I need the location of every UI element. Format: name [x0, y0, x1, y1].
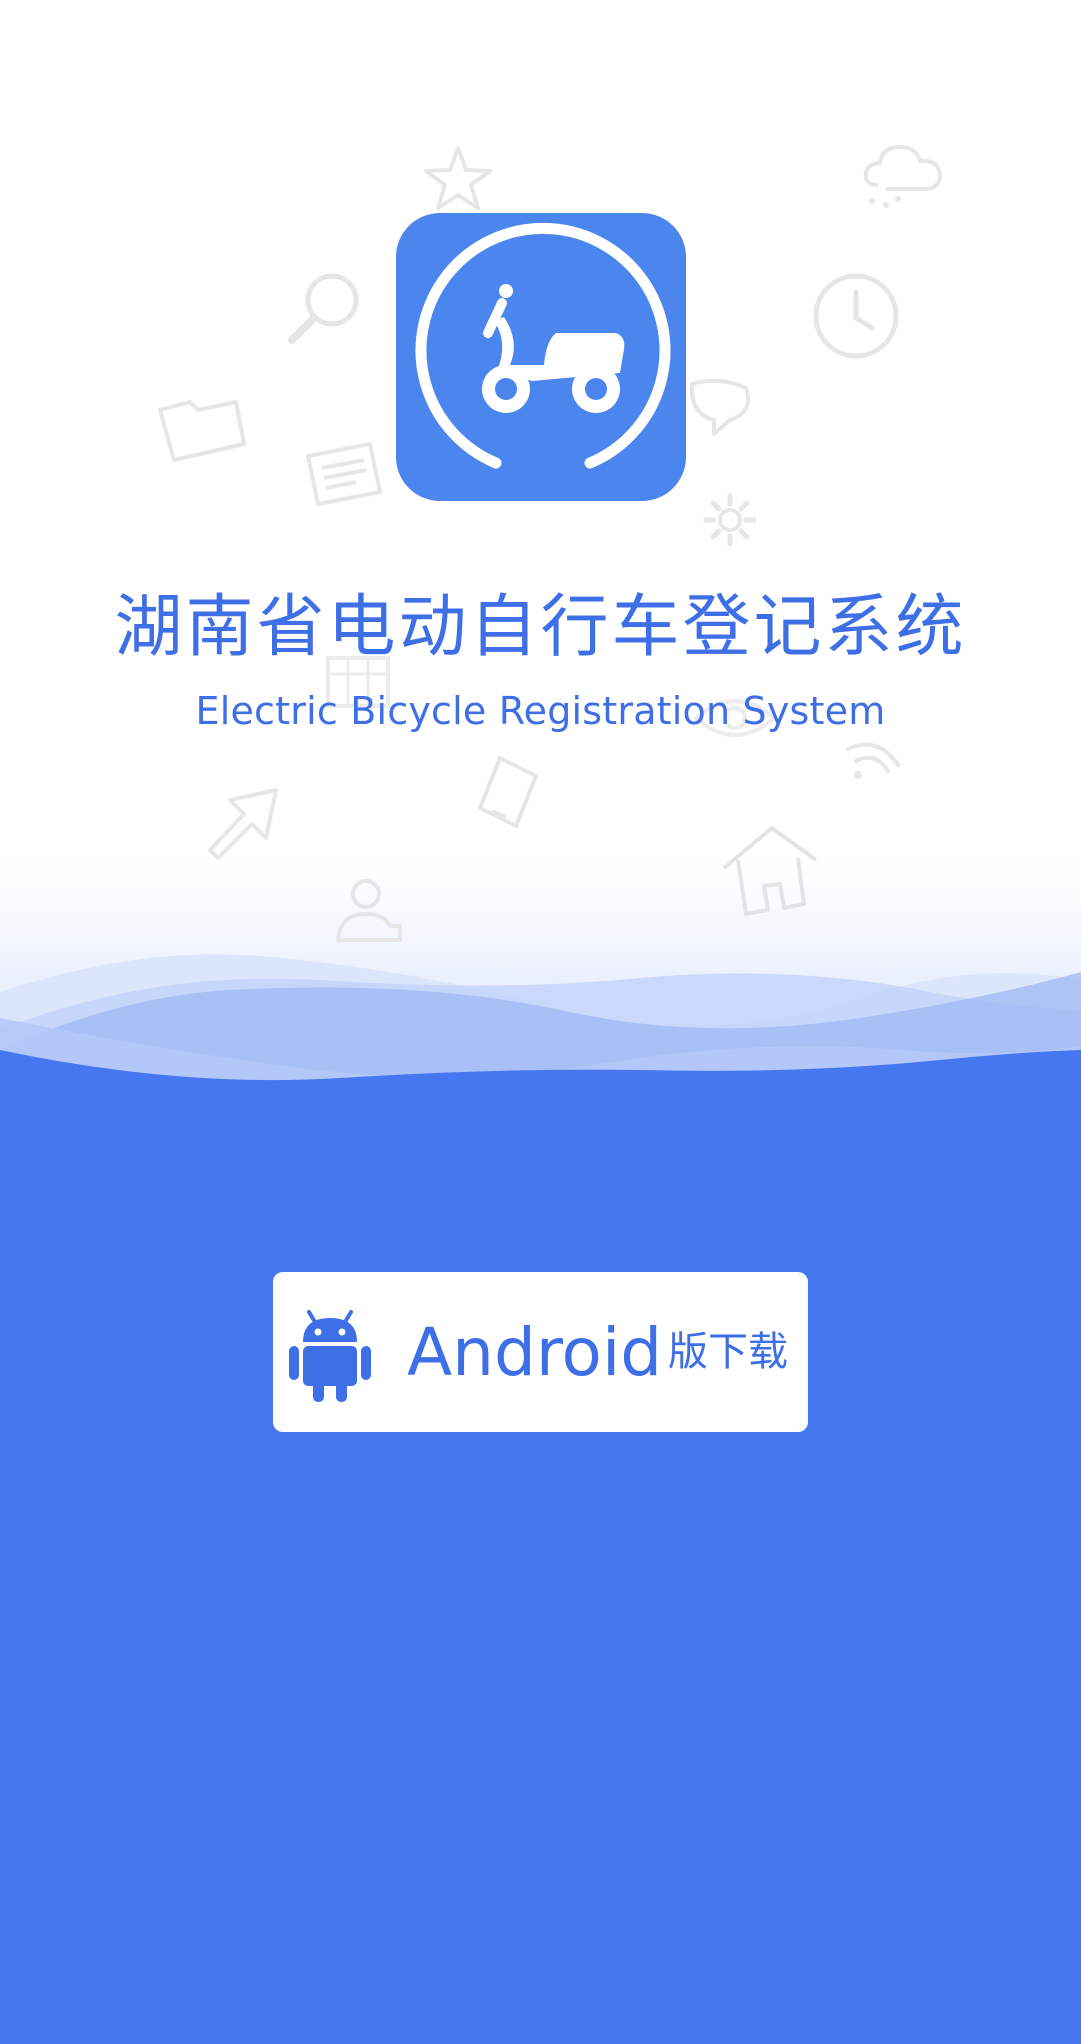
gear-icon [703, 493, 757, 547]
download-suffix-label: 版下载 [668, 1329, 788, 1375]
scooter-icon [415, 223, 671, 469]
clock-icon [813, 273, 899, 359]
app-subtitle: Electric Bicycle Registration System [195, 689, 886, 733]
android-icon [289, 1310, 371, 1402]
chat-icon [689, 378, 750, 436]
phone-icon [478, 756, 538, 828]
app-logo [396, 213, 686, 501]
folder-icon [158, 400, 246, 462]
app-title: 湖南省电动自行车登记系统 [114, 588, 967, 667]
android-download-button[interactable]: Android 版下载 [273, 1272, 808, 1432]
document-icon [306, 442, 382, 506]
download-platform-label: Android [407, 1314, 663, 1391]
cloud-icon [863, 144, 943, 208]
wave-decoration [0, 954, 1081, 1160]
cursor-icon [208, 788, 278, 860]
star-icon [424, 146, 492, 210]
search-icon [288, 273, 359, 344]
